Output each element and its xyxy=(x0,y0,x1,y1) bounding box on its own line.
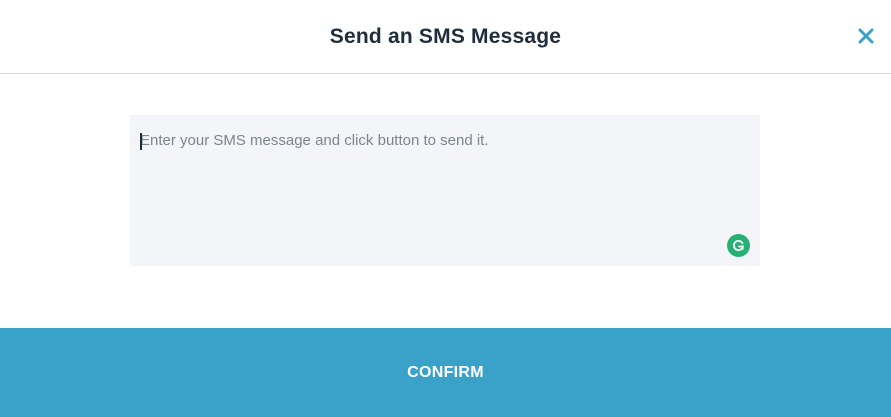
close-button[interactable] xyxy=(857,26,875,46)
message-box xyxy=(130,115,760,266)
text-caret xyxy=(140,133,142,150)
grammarly-icon[interactable] xyxy=(727,234,750,257)
sms-dialog: Send an SMS Message CONFIRM xyxy=(0,0,891,417)
confirm-button[interactable]: CONFIRM xyxy=(0,328,891,417)
dialog-title: Send an SMS Message xyxy=(329,25,562,48)
close-icon xyxy=(858,28,874,44)
dialog-header: Send an SMS Message xyxy=(0,0,891,74)
sms-message-input[interactable] xyxy=(130,115,760,266)
grammarly-g-glyph xyxy=(733,240,745,251)
